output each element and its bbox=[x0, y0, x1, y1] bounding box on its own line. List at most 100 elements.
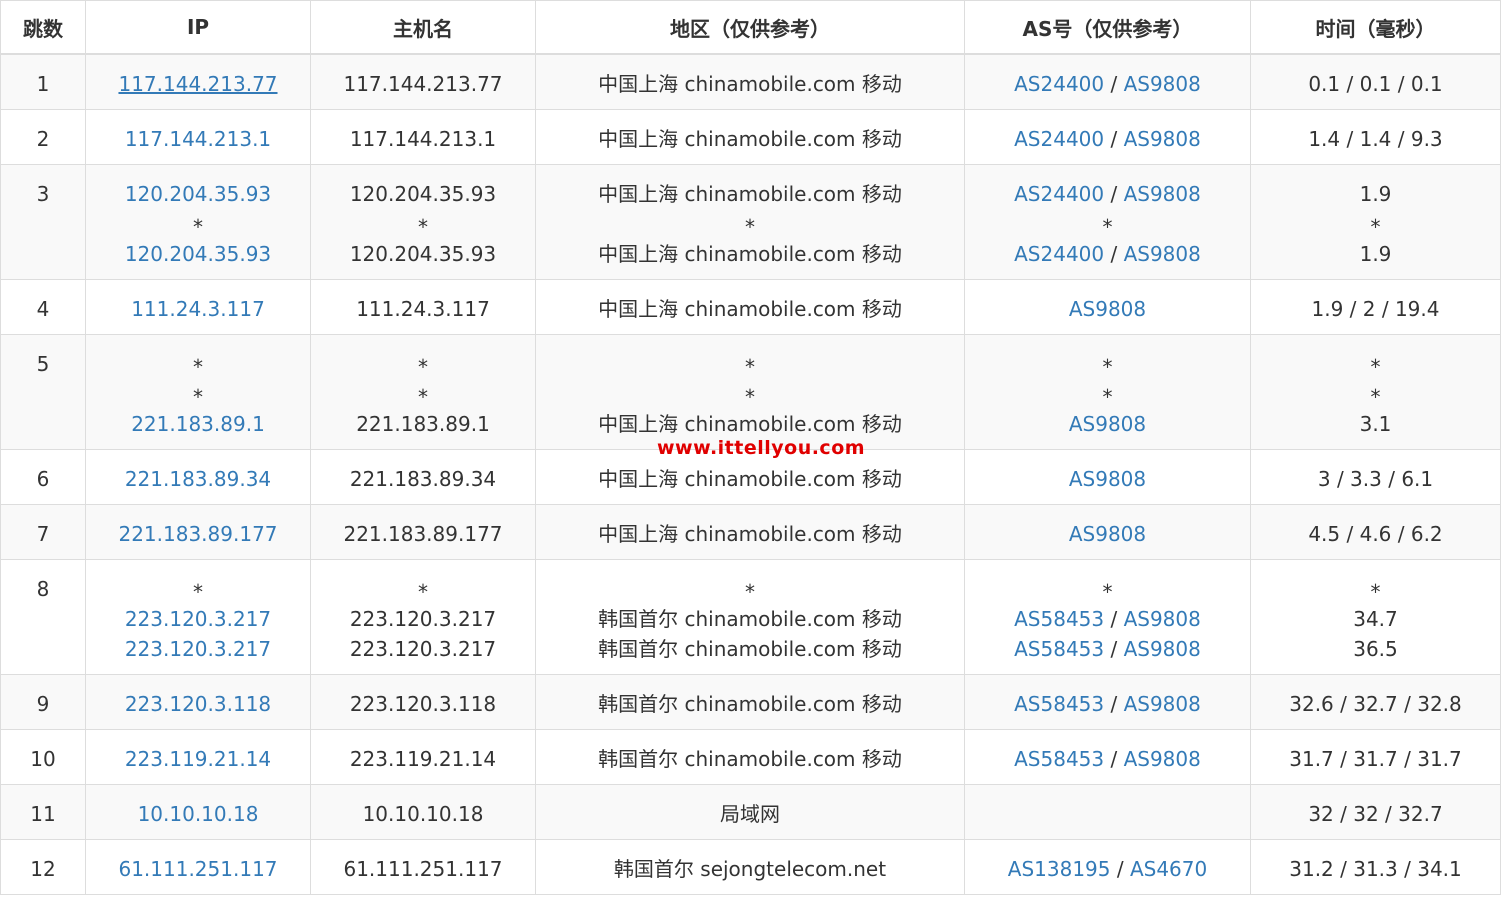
table-row: 4 111.24.3.117 111.24.3.117 中国上海 chinamobil… bbox=[0, 279, 1501, 335]
region-text: 中国上海 chinamobile.com 移动 bbox=[598, 467, 902, 491]
hostname-text: 117.144.213.77 bbox=[343, 72, 503, 96]
hop-number: 1 bbox=[36, 72, 50, 96]
as-link[interactable]: AS24400 bbox=[1014, 242, 1104, 266]
hostname-cell: 61.111.251.117 bbox=[310, 839, 536, 895]
region-cell: 中国上海 chinamobile.com 移动 bbox=[535, 109, 965, 165]
region-cell: 韩国首尔 chinamobile.com 移动 bbox=[535, 729, 965, 785]
table-row: 7 221.183.89.177 221.183.89.177 中国上海 chinam… bbox=[0, 504, 1501, 560]
hostname-cell: 117.144.213.77 bbox=[310, 53, 536, 110]
time-cell: * * 3.1 bbox=[1250, 334, 1501, 450]
as-link[interactable]: AS9808 bbox=[1124, 72, 1201, 96]
ip-link[interactable]: 223.120.3.217 bbox=[125, 607, 271, 631]
as-cell bbox=[964, 784, 1251, 840]
ip-line: 120.204.35.93 bbox=[125, 179, 271, 209]
region-text: * bbox=[745, 580, 755, 604]
ip-line: 223.119.21.14 bbox=[125, 744, 271, 774]
hostname-text: 117.144.213.1 bbox=[349, 127, 497, 151]
watermark: www.ittellyou.com bbox=[657, 437, 866, 459]
ip-line: 223.120.3.217 bbox=[125, 634, 271, 664]
ip-link[interactable]: 111.24.3.117 bbox=[131, 297, 265, 321]
as-link[interactable]: AS9808 bbox=[1124, 607, 1201, 631]
as-line: AS24400 / AS9808 bbox=[1014, 69, 1201, 99]
as-link[interactable]: AS9808 bbox=[1124, 747, 1201, 771]
hop-number: 11 bbox=[30, 802, 56, 826]
hostname-text: 10.10.10.18 bbox=[362, 802, 484, 826]
time-text: 3 / 3.3 / 6.1 bbox=[1317, 467, 1434, 491]
ip-line: 120.204.35.93 bbox=[125, 239, 271, 269]
as-line: AS9808 bbox=[1069, 294, 1146, 324]
as-cell: AS24400 / AS9808 bbox=[964, 109, 1251, 165]
ip-cell: 221.183.89.177 bbox=[85, 504, 311, 560]
hop-number: 3 bbox=[36, 182, 50, 206]
ip-link[interactable]: 223.119.21.14 bbox=[125, 747, 271, 771]
ip-cell: 117.144.213.77 bbox=[85, 53, 311, 110]
ip-link[interactable]: 223.120.3.118 bbox=[125, 692, 271, 716]
table-row: 10 223.119.21.14 223.119.21.14 韩国首尔 chinamo… bbox=[0, 729, 1501, 785]
ip-link[interactable]: 221.183.89.1 bbox=[131, 412, 265, 436]
ip-timeout: * bbox=[193, 355, 203, 379]
ip-link[interactable]: 61.111.251.117 bbox=[118, 857, 277, 881]
ip-link[interactable]: 120.204.35.93 bbox=[125, 242, 271, 266]
hostname-text: 223.120.3.118 bbox=[349, 692, 497, 716]
time-cell: 32 / 32 / 32.7 bbox=[1250, 784, 1501, 840]
as-link[interactable]: AS58453 bbox=[1014, 637, 1104, 661]
ip-link[interactable]: 117.144.213.77 bbox=[118, 72, 277, 96]
time-cell: 1.9 / 2 / 19.4 bbox=[1250, 279, 1501, 335]
hop-cell: 5 bbox=[0, 334, 86, 450]
as-link[interactable]: AS24400 bbox=[1014, 182, 1104, 206]
as-link[interactable]: AS9808 bbox=[1124, 242, 1201, 266]
as-link[interactable]: AS58453 bbox=[1014, 747, 1104, 771]
time-cell: 1.9 * 1.9 bbox=[1250, 164, 1501, 280]
as-separator: / bbox=[1104, 747, 1124, 771]
as-link[interactable]: AS4670 bbox=[1130, 857, 1207, 881]
region-text: 局域网 bbox=[720, 802, 780, 826]
hostname-cell: 221.183.89.34 bbox=[310, 449, 536, 505]
time-cell: 4.5 / 4.6 / 6.2 bbox=[1250, 504, 1501, 560]
as-link[interactable]: AS58453 bbox=[1014, 692, 1104, 716]
ip-link[interactable]: 120.204.35.93 bbox=[125, 182, 271, 206]
as-link[interactable]: AS9808 bbox=[1069, 467, 1146, 491]
as-cell: AS58453 / AS9808 bbox=[964, 729, 1251, 785]
hostname-text: 221.183.89.34 bbox=[349, 467, 497, 491]
as-line: AS58453 / AS9808 bbox=[1014, 604, 1201, 634]
as-line: AS138195 / AS4670 bbox=[1008, 854, 1207, 884]
as-link[interactable]: AS9808 bbox=[1069, 412, 1146, 436]
ip-cell: 111.24.3.117 bbox=[85, 279, 311, 335]
table-row: 1 117.144.213.77 117.144.213.77 中国上海 chinam… bbox=[0, 53, 1501, 110]
as-separator: / bbox=[1104, 72, 1124, 96]
as-separator: / bbox=[1104, 182, 1124, 206]
ip-link[interactable]: 221.183.89.177 bbox=[118, 522, 277, 546]
region-cell: * * 中国上海 chinamobile.com 移动 bbox=[535, 334, 965, 450]
ip-line: 61.111.251.117 bbox=[118, 854, 277, 884]
time-text: * bbox=[1370, 385, 1381, 409]
as-line: AS58453 / AS9808 bbox=[1014, 744, 1201, 774]
as-link[interactable]: AS24400 bbox=[1014, 72, 1104, 96]
ip-link[interactable]: 117.144.213.1 bbox=[125, 127, 271, 151]
as-link[interactable]: AS9808 bbox=[1124, 127, 1201, 151]
ip-link[interactable]: 223.120.3.217 bbox=[125, 637, 271, 661]
as-link[interactable]: AS9808 bbox=[1069, 522, 1146, 546]
as-separator: / bbox=[1104, 607, 1124, 631]
as-separator: / bbox=[1104, 242, 1124, 266]
header-ip: IP bbox=[85, 0, 311, 55]
as-link[interactable]: AS9808 bbox=[1124, 692, 1201, 716]
ip-line: 117.144.213.1 bbox=[125, 124, 271, 154]
as-line: AS24400 / AS9808 bbox=[1014, 239, 1201, 269]
as-link[interactable]: AS9808 bbox=[1069, 297, 1146, 321]
table-row: 8 * 223.120.3.217 223.120.3.217 * 223.120.3.2… bbox=[0, 559, 1501, 675]
as-link[interactable]: AS9808 bbox=[1124, 637, 1201, 661]
as-link[interactable]: AS9808 bbox=[1124, 182, 1201, 206]
ip-line: 10.10.10.18 bbox=[138, 799, 259, 829]
region-text: * bbox=[745, 385, 755, 409]
region-cell: 中国上海 chinamobile.com 移动 bbox=[535, 53, 965, 110]
ip-link[interactable]: 10.10.10.18 bbox=[138, 802, 259, 826]
ip-link[interactable]: 221.183.89.34 bbox=[125, 467, 271, 491]
region-text: 韩国首尔 chinamobile.com 移动 bbox=[598, 692, 902, 716]
as-link[interactable]: AS138195 bbox=[1008, 857, 1111, 881]
time-text: 1.4 / 1.4 / 9.3 bbox=[1308, 127, 1443, 151]
ip-cell: 117.144.213.1 bbox=[85, 109, 311, 165]
time-text: 1.9 / 2 / 19.4 bbox=[1311, 297, 1440, 321]
as-link[interactable]: AS24400 bbox=[1014, 127, 1104, 151]
table-body: 1 117.144.213.77 117.144.213.77 中国上海 chinam… bbox=[0, 53, 1501, 895]
as-link[interactable]: AS58453 bbox=[1014, 607, 1104, 631]
